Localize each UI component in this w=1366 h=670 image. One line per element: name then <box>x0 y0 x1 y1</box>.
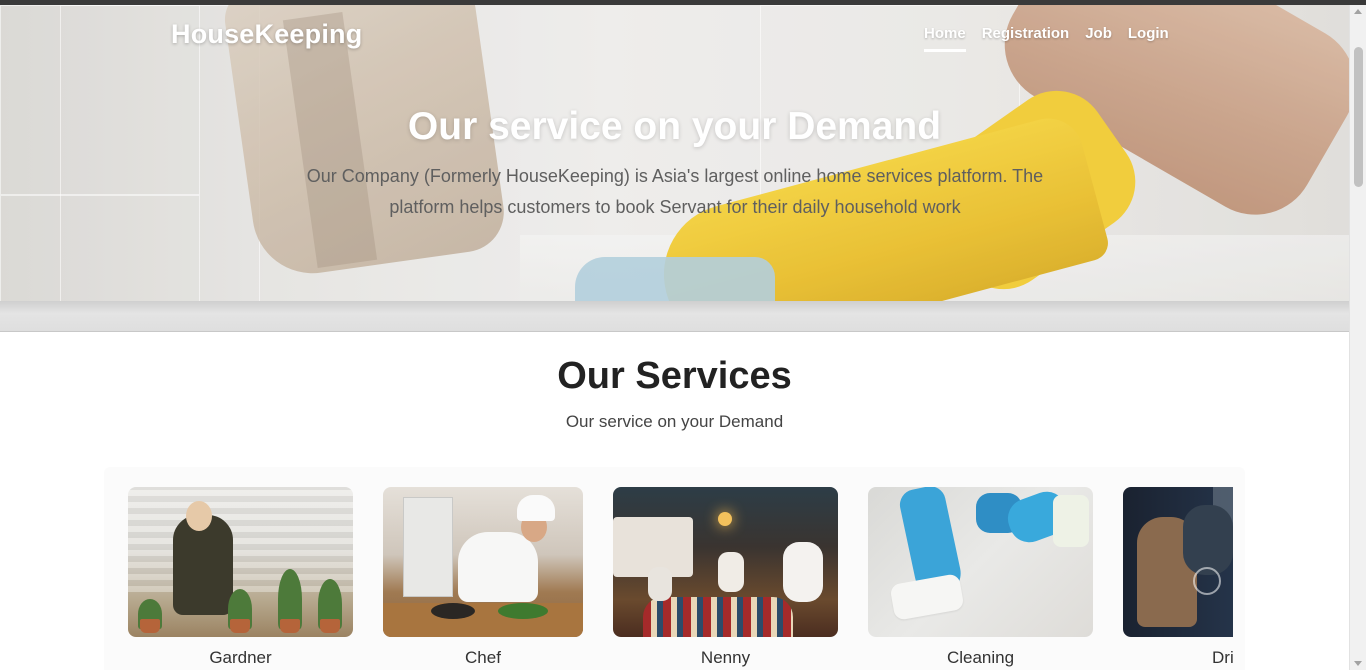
scrollbar-thumb[interactable] <box>1354 47 1363 187</box>
nav-registration[interactable]: Registration <box>982 25 1070 52</box>
page-scrollbar[interactable] <box>1349 5 1366 670</box>
service-label: Nenny <box>700 648 751 667</box>
services-subtitle: Our service on your Demand <box>565 412 784 431</box>
hero-title: Our service on your Demand <box>407 105 942 148</box>
navbar: HouseKeeping Home Registration Job Login <box>0 5 1349 65</box>
service-label: Chef <box>465 648 501 667</box>
nav-links: Home Registration Job Login <box>924 25 1169 52</box>
service-card-gardner[interactable]: Gardner <box>128 487 353 670</box>
scroll-down-icon[interactable] <box>1354 661 1362 666</box>
driver-image <box>1123 487 1233 637</box>
services-carousel: Gardner Chef Nenny Cleaning Dri <box>104 467 1245 670</box>
page: HouseKeeping Home Registration Job Login… <box>0 5 1349 670</box>
chef-image <box>383 487 583 637</box>
carousel-track: Gardner Chef Nenny Cleaning Dri <box>128 487 1233 670</box>
nenny-image <box>613 487 838 637</box>
nav-home[interactable]: Home <box>924 25 966 52</box>
services-title: Our Services <box>557 355 792 397</box>
service-card-nenny[interactable]: Nenny <box>613 487 838 670</box>
cleaning-image <box>868 487 1093 637</box>
service-label: Driver <box>1212 648 1233 667</box>
service-label: Gardner <box>209 648 272 667</box>
service-card-driver[interactable]: Driver <box>1123 487 1233 670</box>
service-card-chef[interactable]: Chef <box>383 487 583 670</box>
hero-banner: HouseKeeping Home Registration Job Login… <box>0 5 1349 301</box>
hero-description: Our Company (Formerly HouseKeeping) is A… <box>306 166 1044 217</box>
brand-logo[interactable]: HouseKeeping <box>171 19 362 50</box>
nav-job[interactable]: Job <box>1085 25 1112 52</box>
gardner-image <box>128 487 353 637</box>
scroll-up-icon[interactable] <box>1354 9 1362 14</box>
nav-login[interactable]: Login <box>1128 25 1169 52</box>
hero-bottom-band <box>0 301 1349 332</box>
service-card-cleaning[interactable]: Cleaning <box>868 487 1093 670</box>
service-label: Cleaning <box>946 648 1015 667</box>
